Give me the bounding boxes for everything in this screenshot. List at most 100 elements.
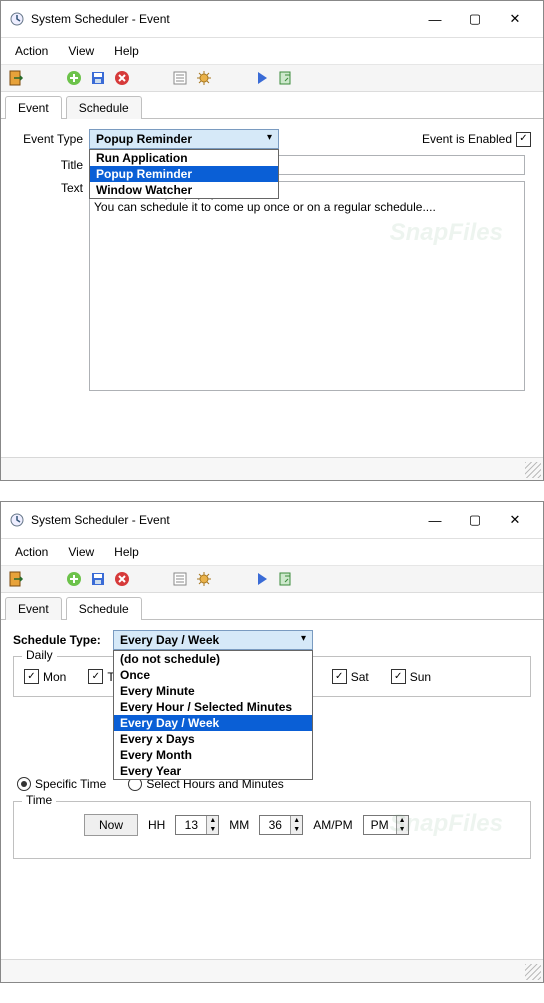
- event-type-dropdown: Run Application Popup Reminder Window Wa…: [89, 149, 279, 199]
- menu-view[interactable]: View: [60, 543, 102, 561]
- schedule-type-option[interactable]: (do not schedule): [114, 651, 312, 667]
- event-type-option[interactable]: Popup Reminder: [90, 166, 278, 182]
- add-icon[interactable]: [65, 570, 83, 588]
- day-sat-label: Sat: [351, 670, 369, 684]
- statusbar: [1, 457, 543, 480]
- specific-time-radio[interactable]: [17, 777, 31, 791]
- menubar: Action View Help: [1, 38, 543, 64]
- ampm-up[interactable]: ▲: [397, 816, 408, 825]
- event-enabled-field[interactable]: Event is Enabled ✓: [422, 132, 531, 147]
- close-button[interactable]: ✕: [495, 7, 535, 31]
- export-icon[interactable]: [277, 69, 295, 87]
- tabstrip: Event Schedule: [1, 92, 543, 119]
- mm-spinner[interactable]: ▲▼: [259, 815, 303, 835]
- tab-event[interactable]: Event: [5, 96, 62, 119]
- settings-icon[interactable]: [195, 69, 213, 87]
- minimize-button[interactable]: —: [415, 7, 455, 31]
- resize-grip[interactable]: [525, 964, 541, 980]
- window-event: System Scheduler - Event — ▢ ✕ Action Vi…: [0, 0, 544, 481]
- tab-schedule[interactable]: Schedule: [66, 96, 142, 119]
- export-icon[interactable]: [277, 570, 295, 588]
- menu-help[interactable]: Help: [106, 543, 147, 561]
- day-sun-checkbox[interactable]: ✓: [391, 669, 406, 684]
- event-type-combo[interactable]: Popup Reminder Run Application Popup Rem…: [89, 129, 279, 149]
- close-button[interactable]: ✕: [495, 508, 535, 532]
- settings-icon[interactable]: [195, 570, 213, 588]
- schedule-type-option[interactable]: Every Day / Week: [114, 715, 312, 731]
- ampm-spinner[interactable]: ▲▼: [363, 815, 409, 835]
- schedule-type-value[interactable]: Every Day / Week: [113, 630, 313, 650]
- hh-input[interactable]: [176, 816, 206, 834]
- schedule-type-dropdown: (do not schedule) Once Every Minute Ever…: [113, 650, 313, 780]
- schedule-type-option[interactable]: Every Minute: [114, 683, 312, 699]
- tab-event[interactable]: Event: [5, 597, 62, 620]
- ampm-input[interactable]: [364, 816, 396, 834]
- menu-action[interactable]: Action: [7, 543, 56, 561]
- menu-view[interactable]: View: [60, 42, 102, 60]
- day-sun[interactable]: ✓ Sun: [391, 669, 431, 684]
- window-title: System Scheduler - Event: [31, 12, 415, 26]
- day-sun-label: Sun: [410, 670, 431, 684]
- event-type-option[interactable]: Run Application: [90, 150, 278, 166]
- event-enabled-checkbox[interactable]: ✓: [516, 132, 531, 147]
- delete-icon[interactable]: [113, 69, 131, 87]
- menubar: Action View Help: [1, 539, 543, 565]
- event-type-option[interactable]: Window Watcher: [90, 182, 278, 198]
- save-icon[interactable]: [89, 570, 107, 588]
- event-content: Event Type Popup Reminder Run Applicatio…: [1, 119, 543, 457]
- schedule-type-option[interactable]: Every Year: [114, 763, 312, 779]
- event-type-value[interactable]: Popup Reminder: [89, 129, 279, 149]
- minimize-button[interactable]: —: [415, 508, 455, 532]
- hh-down[interactable]: ▼: [207, 825, 218, 834]
- event-enabled-label: Event is Enabled: [422, 132, 512, 146]
- schedule-content: Schedule Type: Every Day / Week (do not …: [1, 620, 543, 959]
- hh-label: HH: [148, 818, 165, 832]
- maximize-button[interactable]: ▢: [455, 7, 495, 31]
- day-mon-label: Mon: [43, 670, 66, 684]
- hh-up[interactable]: ▲: [207, 816, 218, 825]
- maximize-button[interactable]: ▢: [455, 508, 495, 532]
- schedule-type-option[interactable]: Every Hour / Selected Minutes: [114, 699, 312, 715]
- schedule-type-option[interactable]: Every x Days: [114, 731, 312, 747]
- mm-up[interactable]: ▲: [291, 816, 302, 825]
- day-mon-checkbox[interactable]: ✓: [24, 669, 39, 684]
- exit-icon[interactable]: [7, 570, 25, 588]
- toolbar: [1, 64, 543, 92]
- menu-help[interactable]: Help: [106, 42, 147, 60]
- day-tue-checkbox[interactable]: ✓: [88, 669, 103, 684]
- mm-down[interactable]: ▼: [291, 825, 302, 834]
- list-icon[interactable]: [171, 69, 189, 87]
- now-button[interactable]: Now: [84, 814, 138, 836]
- schedule-type-option[interactable]: Once: [114, 667, 312, 683]
- window-title: System Scheduler - Event: [31, 513, 415, 527]
- day-mon[interactable]: ✓ Mon: [24, 669, 66, 684]
- app-icon: [9, 512, 25, 528]
- exit-icon[interactable]: [7, 69, 25, 87]
- specific-time-radio-row[interactable]: Specific Time: [17, 777, 106, 791]
- schedule-type-option[interactable]: Every Month: [114, 747, 312, 763]
- add-icon[interactable]: [65, 69, 83, 87]
- ampm-down[interactable]: ▼: [397, 825, 408, 834]
- statusbar: [1, 959, 543, 982]
- titlebar: System Scheduler - Event — ▢ ✕: [1, 502, 543, 539]
- toolbar: [1, 565, 543, 593]
- daily-legend: Daily: [22, 648, 57, 662]
- list-icon[interactable]: [171, 570, 189, 588]
- play-icon[interactable]: [253, 69, 271, 87]
- titlebar: System Scheduler - Event — ▢ ✕: [1, 1, 543, 38]
- text-textarea[interactable]: This is a sample popup reminder! You can…: [89, 181, 525, 391]
- hh-spinner[interactable]: ▲▼: [175, 815, 219, 835]
- event-type-label: Event Type: [13, 132, 89, 146]
- app-icon: [9, 11, 25, 27]
- play-icon[interactable]: [253, 570, 271, 588]
- day-sat[interactable]: ✓ Sat: [332, 669, 369, 684]
- mm-input[interactable]: [260, 816, 290, 834]
- resize-grip[interactable]: [525, 462, 541, 478]
- tab-schedule[interactable]: Schedule: [66, 597, 142, 620]
- save-icon[interactable]: [89, 69, 107, 87]
- delete-icon[interactable]: [113, 570, 131, 588]
- menu-action[interactable]: Action: [7, 42, 56, 60]
- schedule-type-combo[interactable]: Every Day / Week (do not schedule) Once …: [113, 630, 313, 650]
- schedule-type-label: Schedule Type:: [13, 633, 113, 647]
- day-sat-checkbox[interactable]: ✓: [332, 669, 347, 684]
